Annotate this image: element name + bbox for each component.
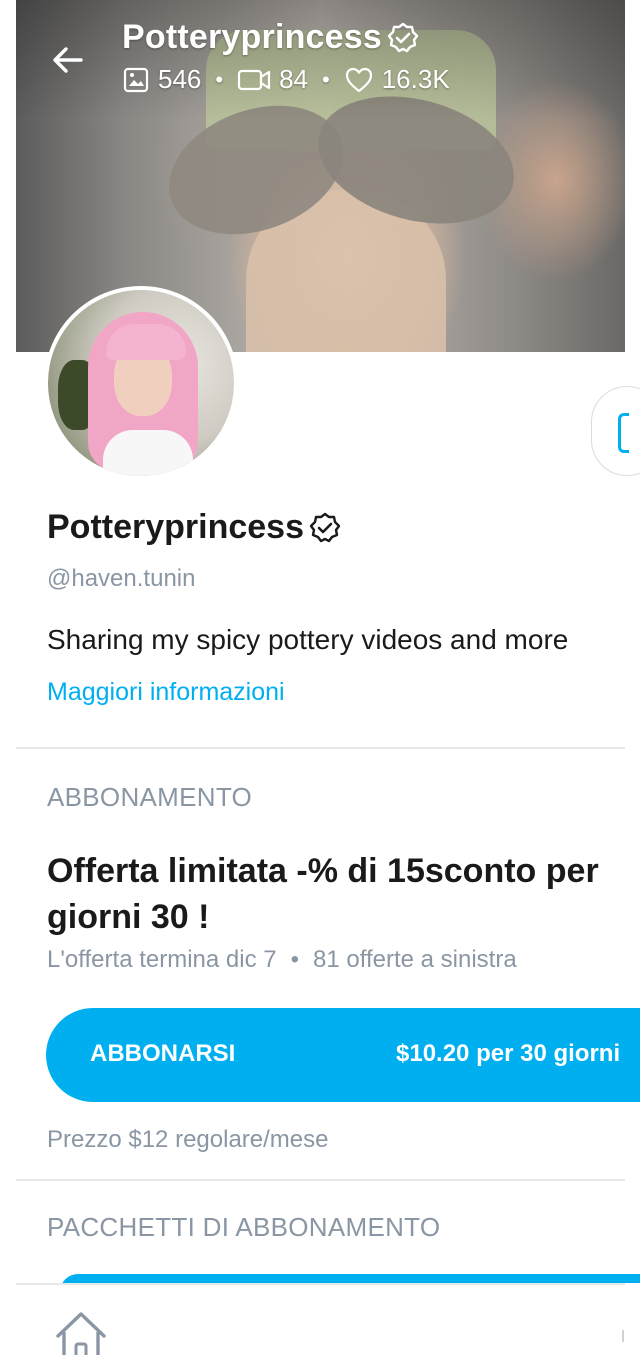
video-icon xyxy=(237,69,271,90)
more-info-link[interactable]: Maggiori informazioni xyxy=(47,678,285,707)
header-stats: 546 • 84 • 16.3K xyxy=(122,64,450,95)
arrow-left-icon xyxy=(53,47,83,73)
subscribe-button[interactable]: ABBONARSI $10.20 per 30 giorni xyxy=(46,1008,640,1102)
profile-name: Potteryprincess xyxy=(47,508,304,546)
videos-count: 84 xyxy=(279,64,309,94)
back-button[interactable] xyxy=(48,40,88,80)
profile-bio: Sharing my spicy pottery videos and more xyxy=(47,624,569,655)
subscription-section-title: ABBONAMENTO xyxy=(47,782,253,812)
avatar[interactable] xyxy=(44,286,238,480)
bundles-section-title: PACCHETTI DI ABBONAMENTO xyxy=(47,1212,441,1242)
profile-handle: @haven.tunin xyxy=(47,565,196,592)
photos-count: 546 xyxy=(158,64,202,94)
regular-price: Prezzo $12 regolare/mese xyxy=(47,1126,329,1153)
verified-badge-icon xyxy=(309,512,341,542)
heart-icon xyxy=(345,67,372,92)
home-icon[interactable] xyxy=(52,1308,110,1355)
verified-badge-icon xyxy=(387,22,419,52)
videos-stat: 84 xyxy=(237,64,308,95)
subscribe-price: $10.20 per 30 giorni xyxy=(396,1040,621,1067)
subscribe-label: ABBONARSI xyxy=(90,1040,236,1067)
action-button[interactable] xyxy=(591,386,640,476)
message-icon xyxy=(618,413,629,453)
header-title-row: Potteryprincess xyxy=(122,18,420,57)
header-title: Potteryprincess xyxy=(122,18,382,56)
offer-meta: L'offerta termina dic 7 • 81 offerte a s… xyxy=(47,946,517,973)
photos-stat: 546 xyxy=(122,64,201,95)
divider xyxy=(16,1179,625,1181)
image-icon xyxy=(123,67,149,92)
offer-ends: L'offerta termina dic 7 xyxy=(47,946,277,973)
profile-screen: Potteryprincess 546 • 84 • 16.3K Pottery… xyxy=(0,0,640,1355)
offer-title: Offerta limitata -% di 15sconto per gior… xyxy=(47,852,599,936)
profile-name-row: Potteryprincess xyxy=(47,508,342,547)
likes-stat: 16.3K xyxy=(344,64,450,95)
divider xyxy=(16,747,625,749)
offers-left: 81 offerte a sinistra xyxy=(313,946,517,973)
likes-count: 16.3K xyxy=(381,64,450,94)
